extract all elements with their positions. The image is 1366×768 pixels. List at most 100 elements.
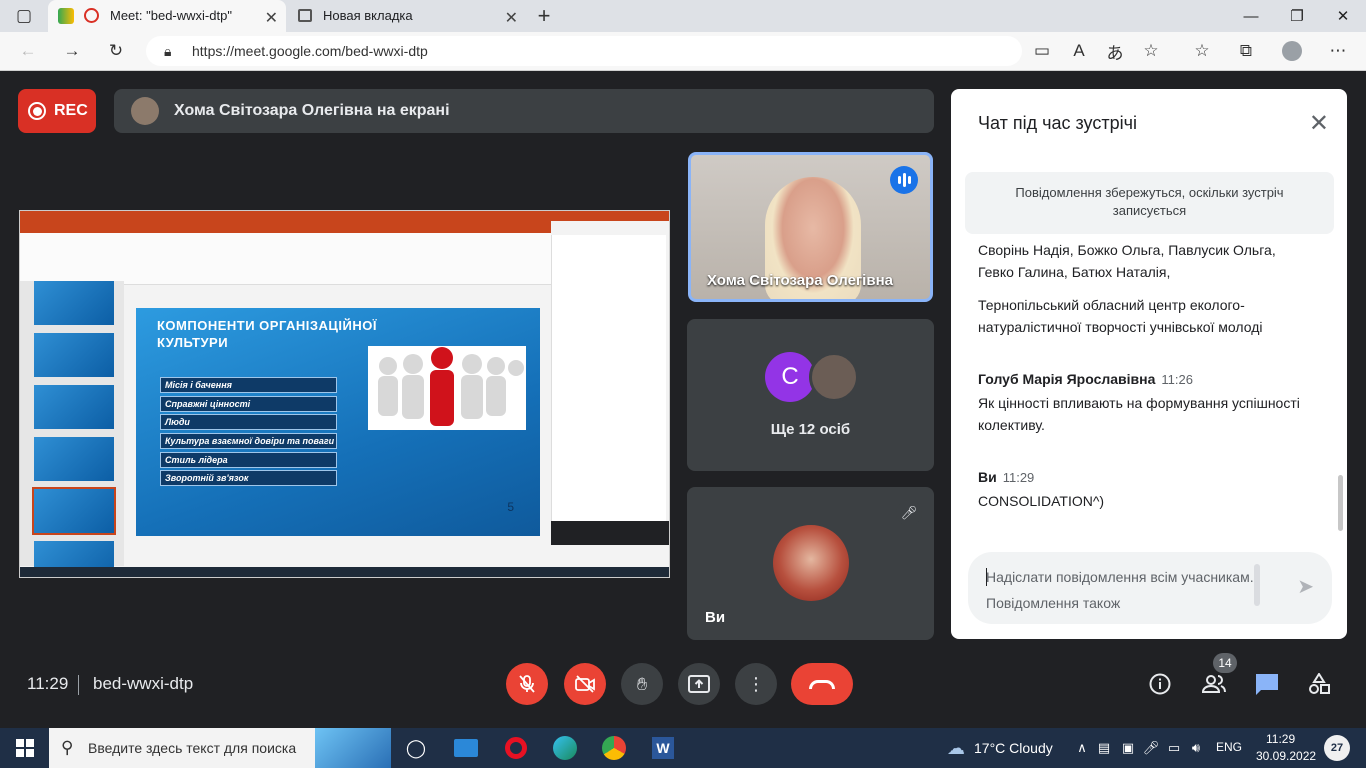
taskbar-date[interactable]: 30.09.2022 [1256,749,1316,763]
collections-icon[interactable]: ⧉ [1232,37,1260,65]
close-tab-icon[interactable]: ✕ [505,8,518,28]
back-icon[interactable]: ← [14,37,42,65]
divider [78,675,79,695]
presenting-text: Хома Світозара Олегівна на екрані [174,102,450,119]
meeting-details-icon[interactable] [1143,667,1177,701]
add-favorite-icon[interactable]: ☆ [1137,37,1165,65]
present-button[interactable] [678,663,720,705]
chrome-app-icon[interactable] [600,734,628,762]
camera-off-icon [575,675,595,693]
weather-text[interactable]: 17°C Cloudy [974,740,1053,756]
mail-app-icon[interactable] [452,734,480,762]
more-options-button[interactable]: ⋮ [735,663,777,705]
recording-indicator-icon [84,8,99,23]
chat-message-text: Тернопільський обласний центр еколого-на… [978,297,1263,335]
forward-icon[interactable]: → [58,37,86,65]
chat-time: 11:29 [1002,470,1035,485]
hang-up-icon [809,679,835,689]
leave-call-button[interactable] [791,663,853,705]
slide-thumbnail [34,385,114,429]
tab-new-title: Новая вкладка [323,8,413,23]
chat-message-text: Сворінь Надія, Божко Ольга, Павлусик Оль… [978,242,1276,280]
reload-icon[interactable]: ↻ [102,37,130,65]
slide-item: Культура взаємної довіри та поваги [160,433,337,449]
close-chat-icon[interactable]: ✕ [1309,109,1329,138]
chat-panel: Чат під час зустрічі ✕ Повідомлення збер… [951,89,1347,639]
close-window-button[interactable]: ✕ [1320,0,1366,32]
language-indicator[interactable]: ENG [1216,740,1242,754]
more-participants-tile[interactable]: C Ще 12 осіб [687,319,934,471]
close-tab-icon[interactable]: ✕ [265,8,278,28]
chat-time: 11:26 [1161,372,1193,387]
recording-badge: REC [18,89,96,133]
slide-page-number: 5 [507,500,514,514]
search-highlight-image [315,728,391,768]
activities-icon[interactable] [1302,667,1336,701]
raise-hand-button[interactable]: ✋︎ [621,663,663,705]
more-participants-label: Ще 12 осіб [770,421,851,438]
speaking-indicator-icon [890,166,918,194]
task-view-icon[interactable]: ◯ [402,734,430,762]
chat-icon[interactable] [1250,667,1284,701]
profile-icon[interactable] [1278,37,1306,65]
hand-icon: ✋︎ [636,673,648,694]
read-aloud-icon[interactable]: A [1065,37,1093,65]
opera-app-icon[interactable] [502,734,530,762]
record-icon [28,102,46,120]
speaker-tile[interactable]: Хома Світозара Олегівна [688,152,933,302]
lock-icon: 🔒︎ [164,43,172,59]
settings-more-icon[interactable]: ⋯ [1324,37,1352,65]
meeting-code: bed-wwxi-dtp [93,674,194,693]
tab-meet-title: Meet: "bed-wwxi-dtp" [110,8,232,23]
chat-title: Чат під час зустрічі [978,113,1137,133]
chat-message: Ви 11:29 [978,466,1308,489]
chat-sender: Голуб Марія Ярославівна [978,371,1156,387]
windows-start-icon[interactable] [11,734,39,762]
chat-message: Голуб Марія Ярославівна 11:26 [978,368,1308,391]
translate-icon[interactable]: あ [1101,37,1129,65]
send-icon[interactable]: ➤ [1297,574,1314,600]
self-tile[interactable]: 🎤︎ Ви [687,487,934,640]
taskbar-time[interactable]: 11:29 [1266,732,1295,746]
chat-message-text: Як цінності впливають на формування успі… [978,395,1300,433]
volume-icon[interactable]: 🔊︎ [1182,734,1210,762]
participant-avatar [809,352,859,402]
tab-new[interactable]: Новая вкладка ✕ [288,0,526,32]
chat-message-text: CONSOLIDATION^) [978,493,1105,509]
camera-in-use-icon[interactable]: ▭ [1028,37,1056,65]
chat-input[interactable]: Надіслати повідомлення всім учасникам. П… [968,552,1332,624]
word-app-icon[interactable]: W [649,734,677,762]
tab-actions-icon[interactable]: ▢ [10,2,38,30]
chat-sender: Ви [978,469,997,485]
chat-scrollbar[interactable] [1338,475,1343,531]
edge-app-icon[interactable] [551,734,579,762]
slide-item: Справжні цінності [160,396,337,412]
participants-count-badge: 14 [1213,653,1237,673]
new-tab-button[interactable]: + [530,2,558,30]
camera-toggle-button[interactable] [564,663,606,705]
present-screen-icon [688,675,710,693]
shared-meet-toolbar [551,521,669,545]
chat-messages: Сворінь Надія, Божко Ольга, Павлусик Оль… [978,239,1318,539]
slide-thumbnail [34,437,114,481]
notification-center-badge[interactable]: 27 [1324,735,1350,761]
favorites-icon[interactable]: ☆ [1188,37,1216,65]
mic-off-icon: 🎤︎ [896,500,922,526]
presenter-avatar [131,97,159,125]
windows-taskbar: ⚲ Введите здесь текст для поиска ◯ W ☁ 1… [0,728,1366,768]
shared-screen: КОМПОНЕНТИ ОРГАНІЗАЦІЙНОЇ КУЛЬТУРИ Місія… [19,210,670,578]
url-field[interactable]: 🔒︎ https://meet.google.com/bed-wwxi-dtp [146,36,1022,66]
taskbar-search[interactable]: ⚲ Введите здесь текст для поиска [49,728,391,768]
recording-note: Повідомлення збережуться, оскільки зустр… [965,172,1334,234]
tab-meet[interactable]: Meet: "bed-wwxi-dtp" ✕ [48,0,286,32]
minimize-button[interactable]: — [1228,0,1274,32]
self-avatar [773,525,849,601]
url-text: https://meet.google.com/bed-wwxi-dtp [192,43,428,59]
mic-toggle-button[interactable] [506,663,548,705]
weather-icon: ☁ [947,737,965,758]
restore-button[interactable]: ❐ [1274,0,1320,32]
shared-taskbar [20,567,669,577]
slide-item: Місія і бачення [160,377,337,393]
meeting-time: 11:29 [27,674,69,693]
slide-thumbnail [34,333,114,377]
